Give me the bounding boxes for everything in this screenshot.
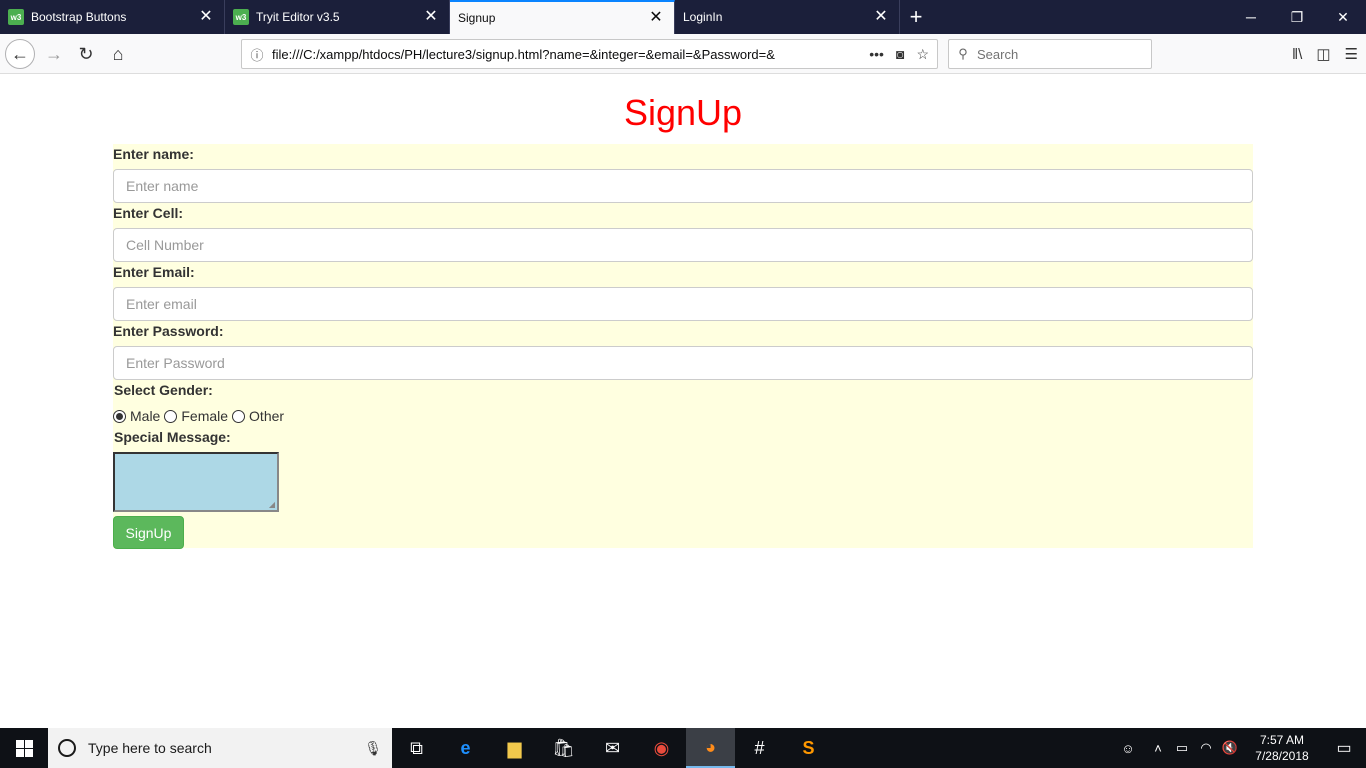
tab-loginin[interactable]: LoginIn ✕ [675,0,900,34]
task-view-icon[interactable]: ⧉ [392,728,441,768]
url-text[interactable]: file:///C:/xampp/htdocs/PH/lecture3/sign… [272,47,861,62]
email-label: Enter Email: [113,264,195,280]
resize-grip-icon[interactable]: ◢ [269,500,275,509]
search-placeholder: Search [977,46,1019,62]
system-tray: ☺ ˄ ▭ ◠ 🔇 7:57 AM 7/28/2018 ▭ [1116,728,1366,768]
taskbar-search[interactable]: Type here to search 🎙 [48,728,392,768]
start-button[interactable] [0,728,48,768]
slack-icon[interactable]: # [735,728,784,768]
store-icon[interactable]: 🛍 [539,728,588,768]
gender-option-male[interactable]: Male [113,408,160,424]
reload-icon[interactable]: ↻ [71,39,101,69]
w3schools-favicon-icon: w3 [233,9,249,25]
new-tab-icon[interactable]: + [900,0,932,34]
file-explorer-icon[interactable]: ▆ [490,728,539,768]
url-bar[interactable]: ⓘ file:///C:/xampp/htdocs/PH/lecture3/si… [241,39,938,69]
microphone-icon[interactable]: 🎙 [364,740,382,757]
home-icon[interactable]: ⌂ [103,39,133,69]
name-label: Enter name: [113,146,194,162]
clock-time: 7:57 AM [1259,733,1305,747]
sublime-text-icon[interactable]: S [784,728,833,768]
cell-input[interactable]: Cell Number [113,228,1253,262]
people-icon[interactable]: ☺ [1116,741,1140,756]
cortana-icon [58,739,76,757]
signup-form: Enter name: Enter name Enter Cell: Cell … [113,144,1253,549]
tab-bootstrap-buttons[interactable]: w3 Bootstrap Buttons ✕ [0,0,225,34]
radio-other[interactable] [232,409,246,423]
restore-icon[interactable]: ❐ [1274,0,1320,34]
windows-logo-icon [15,739,33,757]
battery-icon[interactable]: ▭ [1170,740,1194,756]
close-tab-icon[interactable]: ✕ [198,9,214,25]
pocket-icon[interactable]: ◙ [896,46,904,63]
gender-option-other[interactable]: Other [232,408,284,424]
tab-title: Signup [458,11,496,25]
search-icon: ⚲ [958,46,968,61]
gender-radio-group: Male Female Other [113,408,288,424]
radio-label: Male [130,408,161,424]
firefox-icon[interactable]: ◕ [686,728,735,768]
gender-label: Select Gender: [114,382,213,398]
taskbar-apps: ⧉ e ▆ 🛍 ✉ ◉ ◕ # S [392,728,833,768]
special-message-textarea[interactable]: ◢ [113,452,279,512]
tab-signup[interactable]: Signup ✕ [450,0,675,34]
email-input[interactable]: Enter email [113,287,1253,321]
radio-label: Female [181,408,229,424]
password-input[interactable]: Enter Password [113,346,1253,380]
message-label: Special Message: [114,429,231,445]
radio-male[interactable] [113,409,126,423]
gender-option-female[interactable]: Female [164,408,228,424]
tab-title: LoginIn [683,10,723,24]
tab-title: Tryit Editor v3.5 [256,10,340,24]
mail-icon[interactable]: ✉ [588,728,637,768]
close-window-icon[interactable]: ✕ [1320,0,1366,34]
clock[interactable]: 7:57 AM 7/28/2018 [1252,732,1312,764]
bookmark-star-icon[interactable]: ☆ [916,46,929,63]
info-icon[interactable]: ⓘ [242,45,272,64]
radio-female[interactable] [164,409,178,423]
radio-label: Other [249,408,285,424]
library-icon[interactable]: ‖\ [1292,46,1302,63]
navigation-toolbar: ← → ↻ ⌂ ⓘ file:///C:/xampp/htdocs/PH/lec… [0,34,1366,74]
close-tab-icon[interactable]: ✕ [423,9,439,25]
menu-icon[interactable]: ☰ [1345,45,1358,63]
page-actions-icon[interactable]: ••• [869,46,884,63]
chrome-icon[interactable]: ◉ [637,728,686,768]
wifi-icon[interactable]: ◠ [1194,740,1218,756]
cell-label: Enter Cell: [113,205,184,221]
forward-icon[interactable]: → [39,39,69,69]
taskbar: Type here to search 🎙 ⧉ e ▆ 🛍 ✉ ◉ ◕ # S … [0,728,1366,768]
tab-title: Bootstrap Buttons [31,10,127,24]
search-bar[interactable]: ⚲ Search [948,39,1152,69]
signup-button[interactable]: SignUp [113,516,184,549]
tab-bar: w3 Bootstrap Buttons ✕ w3 Tryit Editor v… [0,0,1366,34]
notifications-icon[interactable]: ▭ [1322,738,1366,758]
toolbar-right: ‖\ ◫ ☰ [1292,39,1358,69]
window-controls: ─ ❐ ✕ [1228,0,1366,34]
volume-icon[interactable]: 🔇 [1218,740,1242,756]
minimize-icon[interactable]: ─ [1228,0,1274,34]
show-hidden-icons-icon[interactable]: ˄ [1146,741,1170,756]
close-tab-icon[interactable]: ✕ [648,10,664,26]
edge-icon[interactable]: e [441,728,490,768]
password-label: Enter Password: [113,323,224,339]
sidebar-icon[interactable]: ◫ [1316,45,1330,63]
tab-tryit-editor[interactable]: w3 Tryit Editor v3.5 ✕ [225,0,450,34]
w3schools-favicon-icon: w3 [8,9,24,25]
name-input[interactable]: Enter name [113,169,1253,203]
close-tab-icon[interactable]: ✕ [873,9,889,25]
taskbar-search-text: Type here to search [88,740,212,756]
page-title: SignUp [623,92,743,133]
back-icon[interactable]: ← [5,39,35,69]
clock-date: 7/28/2018 [1255,749,1309,763]
